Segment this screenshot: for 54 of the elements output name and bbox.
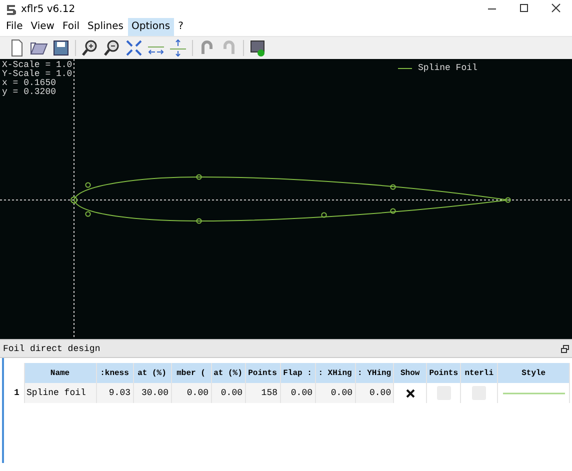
table-cell: Spline foil	[24, 383, 96, 403]
dock-title: Foil direct design	[3, 344, 100, 354]
compress-arrows-icon[interactable]	[125, 39, 143, 57]
menu-item[interactable]: Splines	[84, 18, 128, 36]
zoom-in-icon[interactable]	[81, 39, 99, 57]
table-cell: 0.00	[315, 383, 355, 403]
table-cell: 0.00	[171, 383, 211, 403]
zoom-out-icon[interactable]	[103, 39, 121, 57]
vertical-arrows-icon[interactable]	[169, 39, 187, 57]
screen-export-icon[interactable]	[249, 39, 267, 57]
plot-info-text: x = 0.1650	[2, 79, 58, 88]
column-header[interactable]: : XHing	[315, 363, 355, 383]
table-cell: 0.00	[355, 383, 394, 403]
control-point[interactable]	[70, 196, 78, 204]
window-title: xflr5 v6.12	[21, 4, 76, 14]
menu-item[interactable]: ?	[174, 18, 188, 36]
menu-item[interactable]: Foil	[58, 18, 84, 36]
legend-label: Spline Foil	[418, 63, 478, 73]
column-header[interactable]: at (%)	[211, 363, 245, 383]
control-point[interactable]	[196, 174, 202, 180]
float-icon[interactable]	[561, 344, 569, 352]
control-point[interactable]	[196, 218, 202, 224]
control-point[interactable]	[390, 208, 396, 214]
control-point[interactable]	[85, 211, 91, 217]
save-icon[interactable]	[52, 39, 70, 57]
menu-item[interactable]: Options	[128, 18, 174, 36]
line-style-swatch[interactable]	[502, 392, 565, 395]
column-header[interactable]: Points	[426, 363, 461, 383]
menu-item[interactable]: View	[26, 18, 58, 36]
control-point[interactable]	[390, 184, 396, 190]
table-cell: 0.00	[280, 383, 315, 403]
column-header[interactable]: mber (	[171, 363, 211, 383]
row-number: 1	[12, 383, 24, 403]
column-header[interactable]: Style	[498, 363, 570, 383]
control-point[interactable]	[85, 182, 91, 188]
column-header[interactable]: :kness	[96, 363, 133, 383]
plot-info-text: Y-Scale = 1.0	[2, 70, 72, 79]
control-point[interactable]	[505, 197, 511, 203]
column-header[interactable]: Points	[245, 363, 280, 383]
plot-info-text: X-Scale = 1.0	[2, 61, 72, 70]
column-header[interactable]: Name	[24, 363, 96, 383]
app-logo-icon	[6, 4, 17, 14]
table-cell: 158	[245, 383, 280, 403]
plot-info-text: y = 0.3200	[2, 88, 58, 97]
table-cell: 0.00	[211, 383, 245, 403]
column-header[interactable]: : YHing	[355, 363, 394, 383]
column-header[interactable]: Flap :	[280, 363, 315, 383]
control-point[interactable]	[321, 212, 327, 218]
table-cell: 9.03	[96, 383, 133, 403]
column-header[interactable]: at (%)	[133, 363, 171, 383]
column-header[interactable]: Show	[394, 363, 427, 383]
menu-item[interactable]: File	[2, 18, 27, 36]
table-cell: 30.00	[133, 383, 171, 403]
column-header[interactable]: nterli	[460, 363, 498, 383]
